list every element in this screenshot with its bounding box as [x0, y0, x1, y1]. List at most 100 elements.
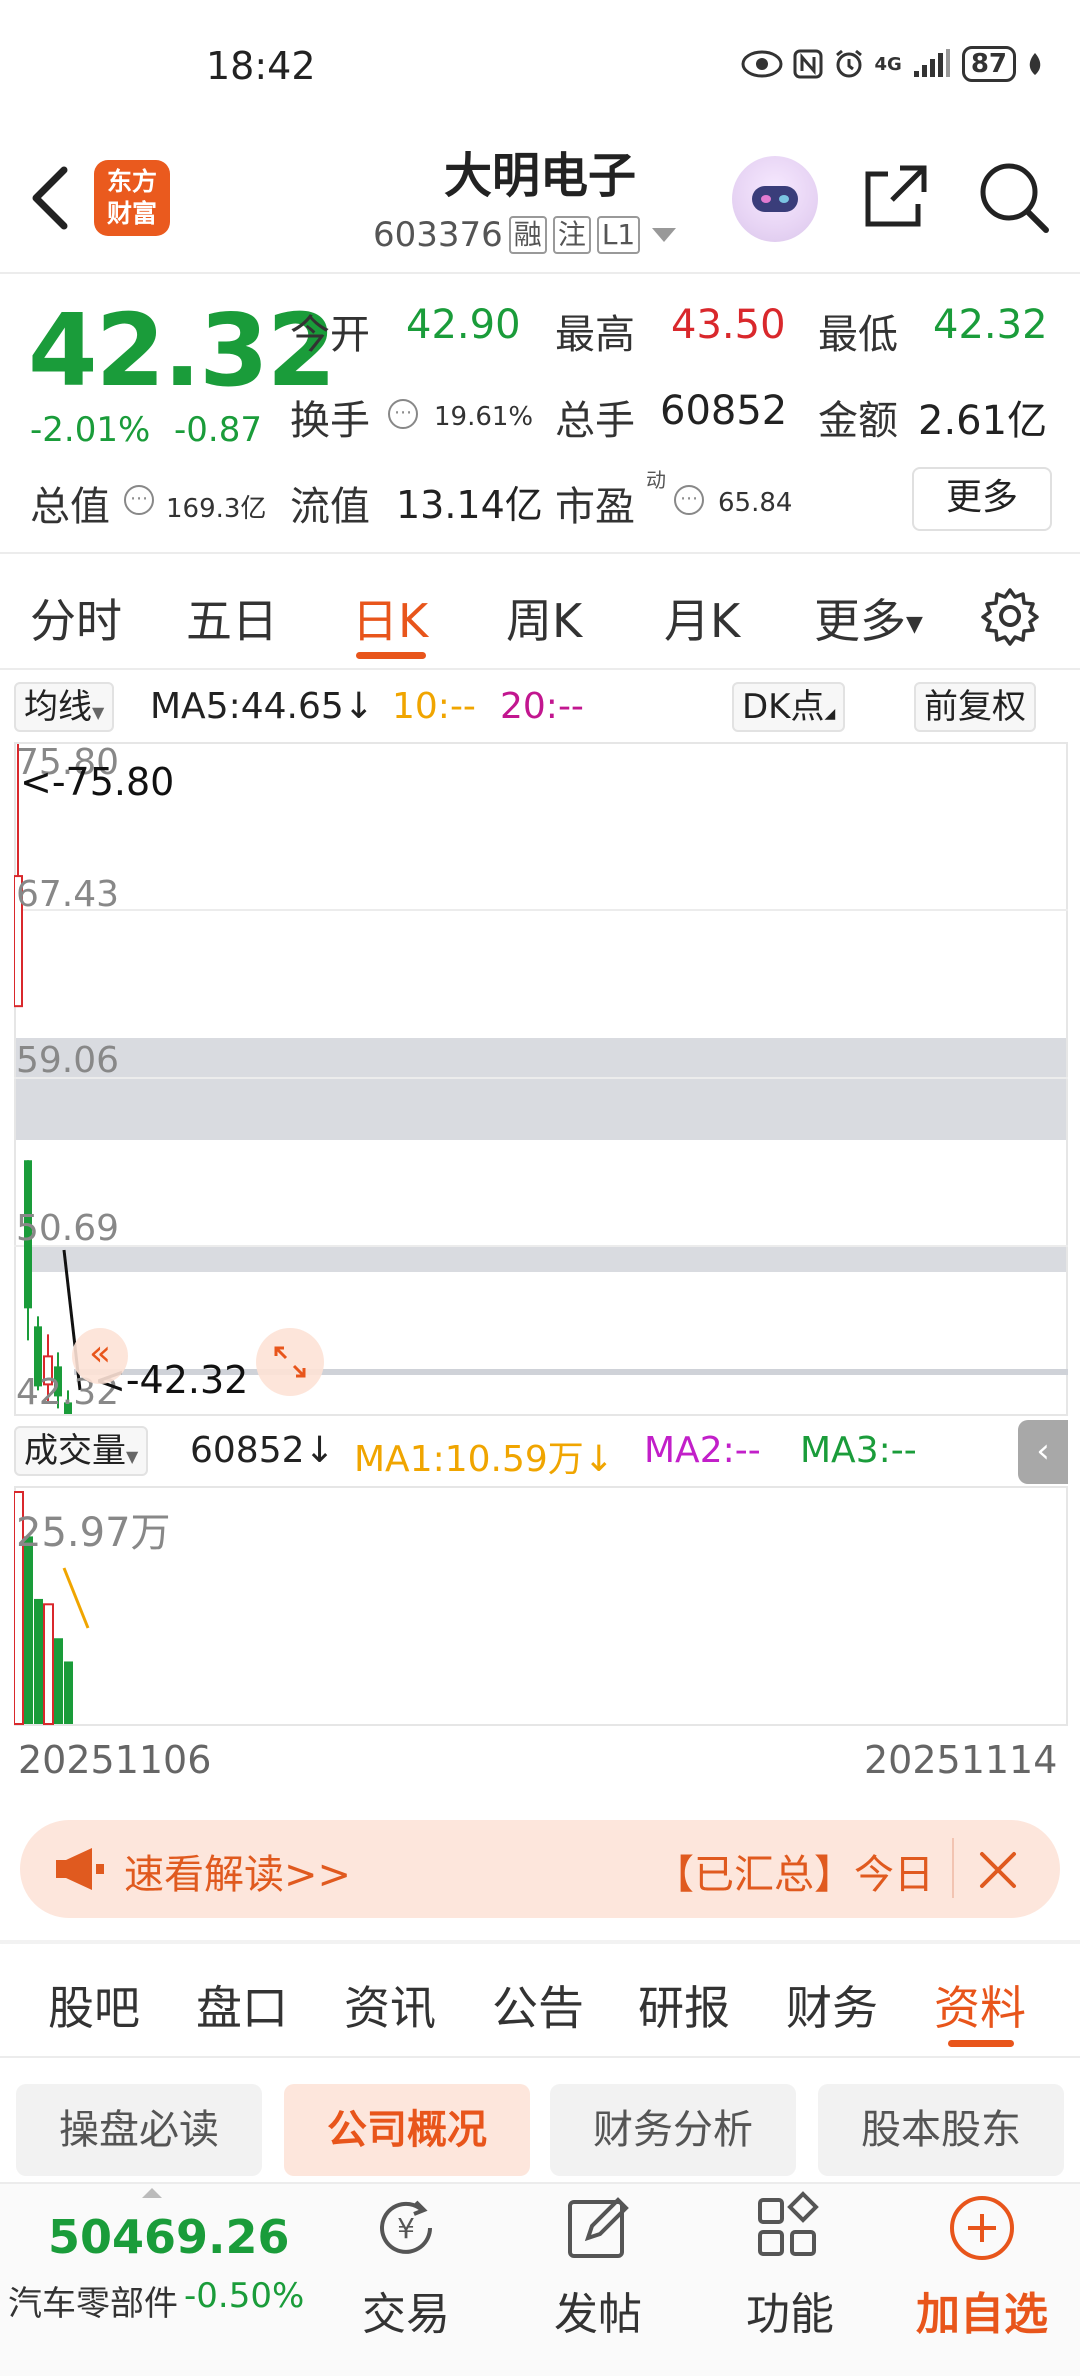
subtab-financial-analysis[interactable]: 财务分析	[550, 2084, 796, 2176]
indicator-selector[interactable]: 成交量▼	[14, 1426, 149, 1476]
network-label: 4G	[874, 53, 902, 75]
tabs-divider	[0, 668, 1080, 670]
status-time: 18:42	[206, 44, 316, 88]
tab-research[interactable]: 研报	[638, 1972, 730, 2038]
y-tick-label: 59.06	[16, 1040, 120, 1081]
volume-ma3: MA3:--	[800, 1430, 917, 1471]
volume-bar	[34, 1598, 43, 1724]
amount-value: 2.61亿	[918, 398, 1048, 444]
banner-divider	[952, 1838, 954, 1898]
subtab-trading-essentials[interactable]: 操盘必读	[16, 2084, 262, 2176]
open-label: 今开	[290, 312, 370, 358]
tab-intraday[interactable]: 分时	[30, 585, 122, 651]
trade-icon[interactable]: ¥	[366, 2188, 446, 2268]
tab-announcements[interactable]: 公告	[492, 1972, 584, 2038]
amount-label: 金额	[818, 398, 898, 444]
float-cap-value: 13.14亿	[396, 483, 543, 527]
quote-divider	[0, 552, 1080, 554]
tab-news[interactable]: 资讯	[344, 1972, 436, 2038]
sector-index-value[interactable]: 50469.26	[48, 2210, 290, 2264]
float-cap-label: 流值	[290, 484, 370, 530]
leaf-icon	[1029, 53, 1041, 75]
collapse-panel-icon[interactable]: ‹	[1018, 1420, 1068, 1484]
active-tab-indicator	[948, 2040, 1014, 2047]
pe-superscript: 动	[646, 468, 666, 492]
ma5-value: MA5:44.65↓	[150, 686, 374, 727]
volume-max-label: 25.97万	[16, 1510, 171, 1556]
caret-down-icon: ▼	[92, 703, 105, 722]
svg-text:¥: ¥	[397, 2212, 415, 2245]
add-watchlist-button[interactable]: 加自选	[902, 2278, 1062, 2342]
down-arrow-icon: ↓	[583, 1439, 614, 1480]
post-icon[interactable]	[558, 2188, 638, 2268]
share-icon[interactable]	[860, 160, 932, 232]
high-label: 最高	[555, 312, 635, 358]
more-quote-button[interactable]: 更多	[912, 467, 1052, 531]
pe-label: 市盈	[555, 484, 635, 530]
post-button[interactable]: 发帖	[518, 2278, 678, 2342]
fullscreen-icon[interactable]	[256, 1328, 324, 1396]
down-arrow-icon: ↓	[343, 686, 374, 727]
collapse-left-icon[interactable]: «	[72, 1328, 128, 1384]
y-tick-label: 50.69	[16, 1208, 120, 1249]
sector-index-name: 汽车零部件	[8, 2284, 178, 2324]
dk-point-label: DK点	[742, 687, 825, 727]
info-icon[interactable]: ⋯	[388, 399, 418, 429]
max-price-marker: <-75.80	[20, 760, 175, 804]
adjust-mode-button[interactable]: 前复权	[914, 682, 1036, 732]
subtab-company-overview[interactable]: 公司概况	[284, 2084, 530, 2176]
volume-current: 60852↓	[190, 1430, 335, 1471]
volume-ma-line	[62, 1567, 90, 1629]
highlight-band-upper	[16, 1038, 1066, 1140]
ma10-value: 10:--	[392, 686, 476, 727]
tab-weekly-k[interactable]: 周K	[506, 585, 582, 651]
gear-icon[interactable]	[978, 584, 1042, 648]
chevron-down-icon	[652, 228, 677, 242]
volume-value: 60852	[660, 388, 788, 434]
low-label: 最低	[818, 312, 898, 358]
tab-daily-k[interactable]: 日K	[352, 585, 428, 651]
tab-forum[interactable]: 股吧	[48, 1972, 140, 2038]
turnover-value: 19.61%	[434, 402, 534, 432]
tab-more-label: 更多	[814, 594, 906, 648]
section-divider	[0, 1940, 1080, 1944]
expand-up-icon[interactable]	[142, 2188, 162, 2198]
market-cap-label: 总值	[30, 484, 110, 530]
change-percent: -2.01%	[30, 410, 151, 450]
alarm-icon	[835, 49, 862, 78]
caret-down-icon: ▼	[126, 1447, 139, 1466]
change-value: -0.87	[174, 410, 262, 450]
open-value: 42.90	[406, 302, 521, 348]
ma-selector[interactable]: 均线▼	[14, 682, 115, 732]
tab-five-day[interactable]: 五日	[186, 585, 278, 651]
volume-bar	[24, 1536, 33, 1724]
volume-bar	[64, 1661, 73, 1724]
tab-orderbook[interactable]: 盘口	[196, 1972, 288, 2038]
dk-point-button[interactable]: DK点◢	[732, 682, 846, 732]
registration-tag: 注	[552, 216, 591, 254]
ma-selector-label: 均线	[24, 687, 92, 727]
header-divider	[0, 272, 1080, 274]
tab-monthly-k[interactable]: 月K	[664, 585, 740, 651]
tab-profile[interactable]: 资料	[934, 1972, 1026, 2038]
ai-assistant-icon[interactable]	[732, 156, 818, 242]
info-icon[interactable]: ⋯	[674, 485, 704, 515]
apps-icon[interactable]	[750, 2188, 830, 2268]
eye-icon	[741, 50, 782, 78]
add-circle-icon[interactable]	[942, 2188, 1022, 2268]
tab-financials[interactable]: 财务	[786, 1972, 878, 2038]
highlight-band-lower	[28, 1246, 1066, 1272]
close-icon[interactable]	[976, 1848, 1020, 1892]
search-icon[interactable]	[976, 158, 1050, 234]
indicator-label: 成交量	[24, 1431, 126, 1471]
subtab-shareholders[interactable]: 股本股东	[818, 2084, 1064, 2176]
tab-more-periods[interactable]: 更多▼	[814, 585, 923, 651]
functions-button[interactable]: 功能	[710, 2278, 870, 2342]
battery-level: 87	[961, 46, 1016, 82]
turnover-label: 换手	[290, 398, 370, 444]
trade-button[interactable]: 交易	[326, 2278, 486, 2342]
stock-code-selector[interactable]: 603376 融 注 L1	[373, 215, 677, 255]
market-cap-value: 169.3亿	[166, 494, 267, 524]
down-arrow-icon: ↓	[304, 1430, 335, 1471]
info-icon[interactable]: ⋯	[124, 485, 154, 515]
